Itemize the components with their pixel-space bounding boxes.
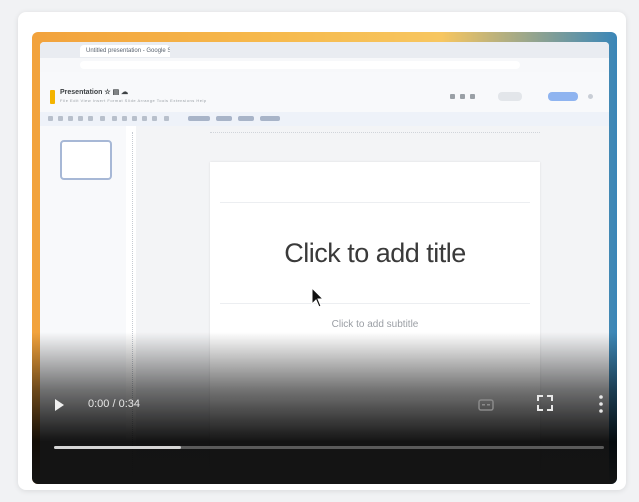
video-player[interactable]: Untitled presentation - Google Slides Pr… [32, 32, 617, 484]
fullscreen-icon[interactable] [536, 394, 554, 412]
progress-fill [54, 446, 181, 449]
player-controls: 0:00 / 0:34 [32, 32, 617, 484]
captions-icon[interactable] [478, 398, 494, 412]
progress-bar[interactable] [54, 446, 604, 449]
play-icon[interactable] [52, 398, 66, 412]
time-display: 0:00 / 0:34 [88, 398, 140, 410]
more-vertical-icon[interactable] [596, 394, 606, 414]
